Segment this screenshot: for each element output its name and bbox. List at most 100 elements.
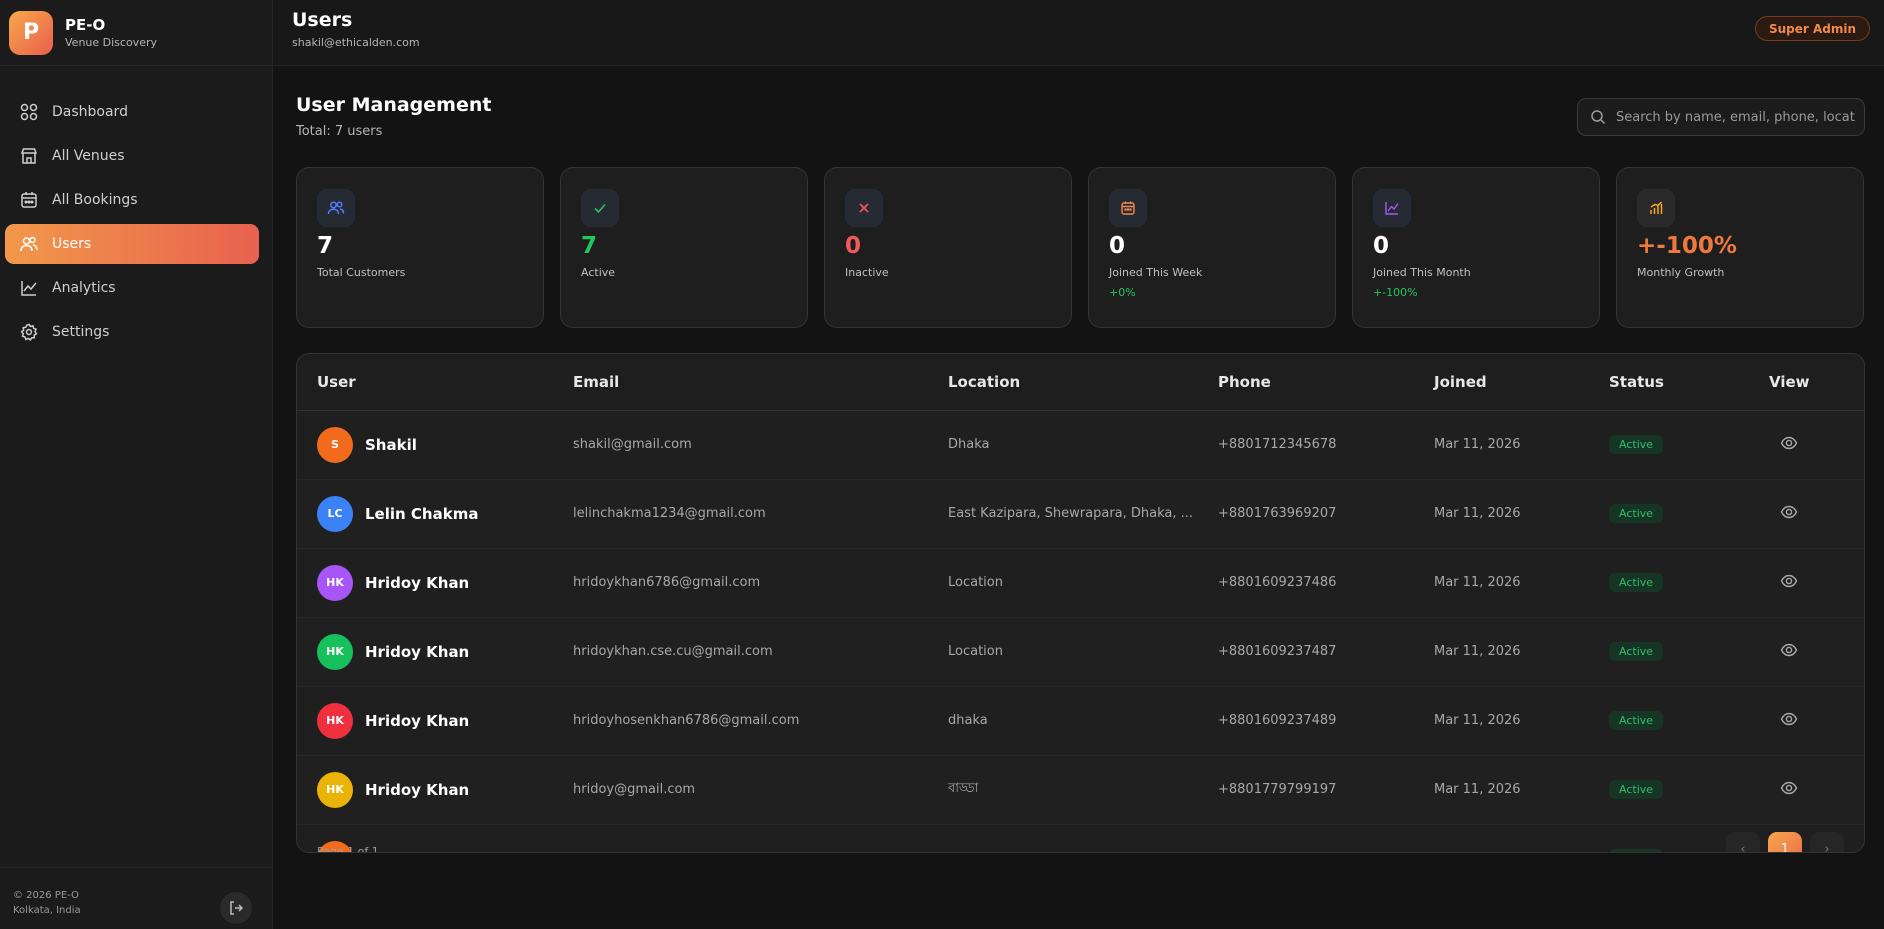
table-row[interactable]: LLabiblabib@gmail.comDhaka+8801602475999…	[297, 824, 1864, 852]
stat-card-total-customers: 7 Total Customers	[296, 167, 544, 328]
grid-icon	[18, 101, 40, 123]
status-badge: Active	[1609, 711, 1664, 730]
x-icon	[845, 189, 883, 227]
user-joined-cell: Mar 11, 2026	[1434, 479, 1609, 549]
table-row[interactable]: HK Hridoy Khan hridoyhosenkhan6786@gmail.c…	[297, 686, 1864, 756]
column-header-location[interactable]: Location	[948, 354, 1218, 411]
column-header-view: View	[1769, 354, 1864, 411]
column-header-email[interactable]: Email	[573, 354, 948, 411]
search-box[interactable]	[1577, 98, 1865, 136]
user-joined-cell: Mar 11, 2026	[1434, 410, 1609, 480]
eye-icon	[1780, 574, 1798, 587]
view-user-button[interactable]	[1780, 572, 1798, 590]
calendar-icon	[18, 189, 40, 211]
user-name[interactable]: Lelin Chakma	[365, 505, 478, 523]
brand-name: PE-O	[65, 16, 106, 34]
top-bar: Users shakil@ethicalden.com Super Admin	[273, 0, 1884, 66]
sidebar-item-all-venues[interactable]: All Venues	[5, 136, 259, 176]
user-email-cell: lelinchakma1234@gmail.com	[573, 479, 948, 549]
user-location-cell: বাড্ডা	[948, 755, 1218, 825]
users-icon	[18, 233, 40, 255]
user-name[interactable]: Hridoy Khan	[365, 574, 469, 592]
user-phone-cell: +8801609237486	[1218, 548, 1434, 618]
view-user-button[interactable]	[1780, 503, 1798, 521]
user-email-cell: labib@gmail.com	[573, 824, 948, 852]
user-email-cell: hridoykhan6786@gmail.com	[573, 548, 948, 618]
users-table-card: User Email Location Phone Joined Status …	[296, 353, 1865, 853]
avatar: S	[317, 426, 353, 463]
column-header-joined[interactable]: Joined	[1434, 354, 1609, 411]
user-location-cell: Dhaka	[948, 410, 1218, 480]
user-email-cell: hridoykhan.cse.cu@gmail.com	[573, 617, 948, 687]
stat-value: 7	[581, 233, 598, 259]
user-location-cell: Location	[948, 617, 1218, 687]
pagination-controls: ‹ 1 ›	[1726, 832, 1844, 852]
page-title: Users	[292, 9, 353, 31]
sidebar-item-all-bookings[interactable]: All Bookings	[5, 180, 259, 220]
user-phone-cell: +8801609237487	[1218, 617, 1434, 687]
sidebar-item-dashboard[interactable]: Dashboard	[5, 92, 259, 132]
view-user-button[interactable]	[1780, 641, 1798, 659]
table-row[interactable]: HK Hridoy Khan hridoykhan6786@gmail.com Loc…	[297, 548, 1864, 618]
stat-label: Inactive	[845, 266, 889, 279]
user-phone-cell: +8801763969207	[1218, 479, 1434, 549]
table-body: S Shakil shakil@gmail.com Dhaka +88017123456…	[297, 410, 1864, 852]
status-badge: Active	[1609, 435, 1664, 454]
brand[interactable]: P PE-O Venue Discovery	[0, 0, 272, 66]
avatar: HK	[317, 771, 353, 808]
sidebar-item-settings[interactable]: Settings	[5, 312, 259, 352]
table-row[interactable]: HK Hridoy Khan hridoykhan.cse.cu@gmail.com…	[297, 617, 1864, 687]
store-icon	[18, 145, 40, 167]
logout-icon	[230, 901, 244, 915]
column-header-phone[interactable]: Phone	[1218, 354, 1434, 411]
stat-delta: +-100%	[1373, 286, 1418, 299]
brand-subtitle: Venue Discovery	[65, 36, 157, 49]
stat-label: Total Customers	[317, 266, 406, 279]
avatar: HK	[317, 633, 353, 670]
user-phone-cell: +8801602475999	[1218, 824, 1434, 852]
table-header-row: User Email Location Phone Joined Status …	[297, 354, 1864, 411]
user-location-cell: dhaka	[948, 686, 1218, 756]
prev-page-button[interactable]: ‹	[1726, 832, 1760, 852]
user-name[interactable]: Hridoy Khan	[365, 712, 469, 730]
user-phone-cell: +8801712345678	[1218, 410, 1434, 480]
table-row[interactable]: HK Hridoy Khan hridoy@gmail.com বাড্ডা +8801…	[297, 755, 1864, 825]
sidebar-item-label: Dashboard	[52, 104, 128, 120]
table-row[interactable]: LC Lelin Chakma lelinchakma1234@gmail.com E…	[297, 479, 1864, 549]
stats-row: 7 Total Customers 7 Active 0 Inactive 0 …	[296, 167, 1865, 328]
stat-label: Active	[581, 266, 616, 279]
status-badge: Active	[1609, 849, 1664, 852]
sidebar-item-label: Settings	[52, 324, 110, 340]
user-joined-cell: Mar 11, 2026	[1434, 686, 1609, 756]
page-1-button[interactable]: 1	[1768, 832, 1802, 852]
sidebar-item-analytics[interactable]: Analytics	[5, 268, 259, 308]
column-header-status[interactable]: Status	[1609, 354, 1769, 411]
user-location-cell: East Kazipara, Shewrapara, Dhaka, ...	[948, 479, 1218, 549]
user-name[interactable]: Hridoy Khan	[365, 643, 469, 661]
search-input[interactable]	[1616, 109, 1856, 125]
table-row[interactable]: S Shakil shakil@gmail.com Dhaka +88017123456…	[297, 410, 1864, 480]
stat-value: 7	[317, 233, 334, 259]
user-name[interactable]: Shakil	[365, 436, 417, 454]
user-name[interactable]: Hridoy Khan	[365, 781, 469, 799]
logout-button[interactable]	[220, 892, 252, 924]
sidebar-item-label: All Venues	[52, 148, 125, 164]
status-badge: Active	[1609, 642, 1664, 661]
view-user-button[interactable]	[1780, 710, 1798, 728]
view-user-button[interactable]	[1780, 779, 1798, 797]
sidebar-item-users[interactable]: Users	[5, 224, 259, 264]
users-table: User Email Location Phone Joined Status …	[297, 354, 1864, 852]
next-page-button[interactable]: ›	[1810, 832, 1844, 852]
search-icon	[1591, 110, 1606, 125]
column-header-user[interactable]: User	[297, 354, 573, 411]
eye-icon	[1780, 505, 1798, 518]
status-badge: Active	[1609, 504, 1664, 523]
brand-logo: P	[9, 10, 53, 55]
user-phone-cell: +8801609237489	[1218, 686, 1434, 756]
view-user-button[interactable]	[1780, 434, 1798, 452]
users-icon	[317, 189, 355, 227]
stat-value: 0	[1373, 233, 1390, 259]
user-location-cell: Location	[948, 548, 1218, 618]
trend-icon	[1373, 189, 1411, 227]
user-joined-cell: Mar 12, 2026	[1434, 824, 1609, 852]
